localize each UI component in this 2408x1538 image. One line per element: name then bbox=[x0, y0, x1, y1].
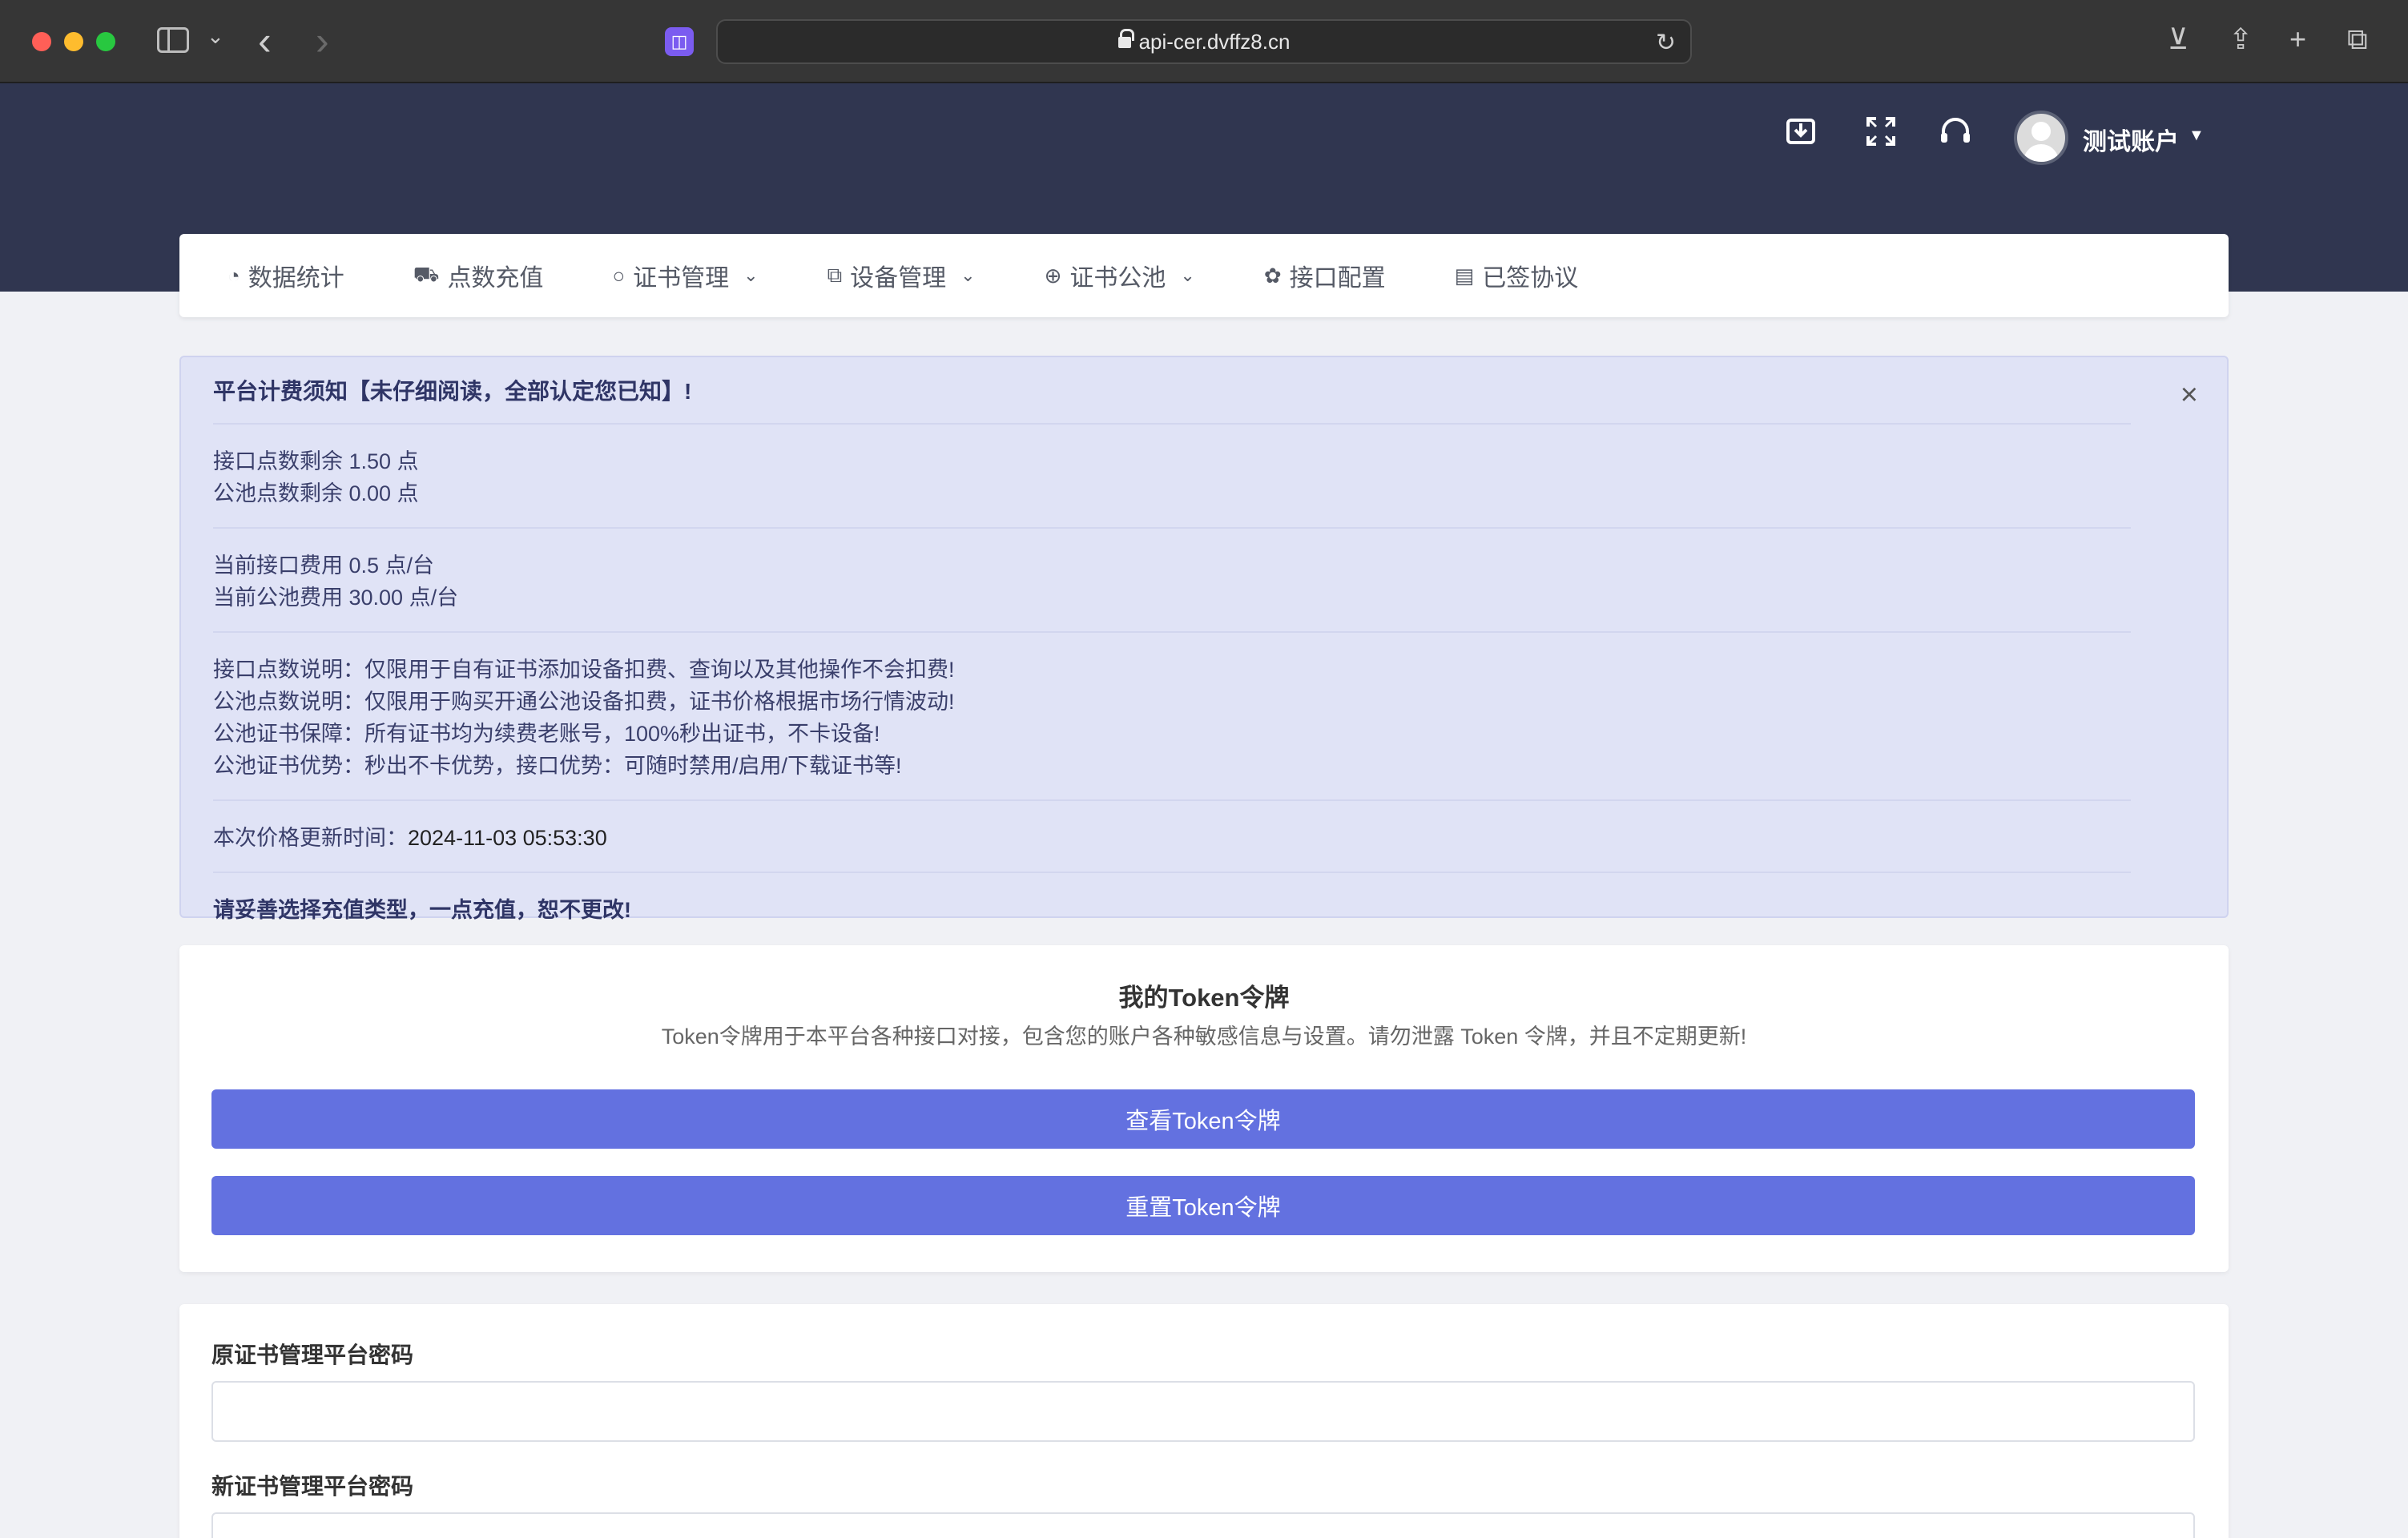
avatar[interactable] bbox=[2014, 111, 2068, 165]
copy-icon: ⧉ bbox=[827, 263, 843, 287]
caret-down-icon[interactable]: ▼ bbox=[2189, 127, 2205, 145]
close-window-button[interactable] bbox=[32, 32, 51, 51]
divider bbox=[213, 799, 2131, 801]
nav-item-stats[interactable]: ◔ 数据统计 bbox=[228, 258, 344, 293]
nav-item-api-config[interactable]: ✿ 接口配置 bbox=[1264, 258, 1386, 293]
new-tab-icon[interactable]: + bbox=[2289, 22, 2306, 56]
billing-notice: 平台计费须知【未仔细阅读，全部认定您已知】! × 接口点数剩余 1.50 点 公… bbox=[179, 356, 2229, 922]
new-password-field[interactable] bbox=[211, 1512, 2195, 1538]
forward-arrow-icon[interactable]: › bbox=[316, 18, 329, 64]
token-card: 我的Token令牌 Token令牌用于本平台各种接口对接，包含您的账户各种敏感信… bbox=[179, 945, 2229, 1272]
back-arrow-icon[interactable]: ‹ bbox=[258, 18, 272, 64]
reset-token-button[interactable]: 重置Token令牌 bbox=[211, 1176, 2195, 1235]
share-icon[interactable]: ⇪ bbox=[2229, 22, 2253, 56]
chevron-down-icon: ⌄ bbox=[743, 265, 759, 285]
token-description: Token令牌用于本平台各种接口对接，包含您的账户各种敏感信息与设置。请勿泄露 … bbox=[661, 1025, 1747, 1049]
sidebar-toggle-icon[interactable] bbox=[157, 27, 189, 53]
divider bbox=[213, 423, 2131, 425]
old-password-label: 原证书管理平台密码 bbox=[211, 1343, 414, 1367]
nav-item-label: 数据统计 bbox=[248, 265, 344, 292]
notice-footer: 请妥善选择充值类型，一点充值，恕不更改! bbox=[213, 898, 631, 922]
close-icon[interactable]: × bbox=[2180, 378, 2198, 413]
divider bbox=[213, 527, 2131, 529]
circle-icon: ○ bbox=[612, 263, 626, 288]
old-password-field[interactable] bbox=[211, 1381, 2195, 1442]
chevron-down-icon[interactable]: ⌄ bbox=[207, 24, 224, 49]
reload-icon[interactable]: ↻ bbox=[1656, 29, 1676, 57]
nav-item-label: 证书管理 bbox=[633, 265, 730, 292]
pie-chart-icon: ◔ bbox=[228, 263, 240, 288]
nav-item-label: 接口配置 bbox=[1289, 265, 1386, 292]
nav-item-cert-pool[interactable]: ⊕ 证书公池 ⌄ bbox=[1045, 258, 1195, 293]
chevron-down-icon: ⌄ bbox=[960, 265, 976, 285]
divider bbox=[213, 872, 2131, 873]
notice-desc-3: 公池证书保障：所有证书均为续费老账号，100%秒出证书，不卡设备! bbox=[213, 722, 880, 746]
user-name[interactable]: 测试账户 bbox=[2083, 122, 2179, 157]
chevron-down-icon: ⌄ bbox=[1180, 265, 1195, 285]
nav-item-label: 已签协议 bbox=[1482, 265, 1579, 292]
nav-item-label: 点数充值 bbox=[447, 265, 544, 292]
inbox-download-icon[interactable] bbox=[1785, 115, 1817, 155]
nav-item-signed-agreements[interactable]: ▤ 已签协议 bbox=[1455, 258, 1579, 293]
price-update-time: 2024-11-03 05:53:30 bbox=[408, 826, 607, 850]
minimize-window-button[interactable] bbox=[64, 32, 83, 51]
puzzle-icon: ✿ bbox=[1263, 263, 1282, 288]
nav-item-device-management[interactable]: ⧉ 设备管理 ⌄ bbox=[827, 258, 976, 293]
nav-item-label: 证书公池 bbox=[1069, 265, 1166, 292]
notice-desc-2: 公池点数说明：仅限用于购买开通公池设备扣费，证书价格根据市场行情波动! bbox=[213, 690, 955, 714]
new-password-label: 新证书管理平台密码 bbox=[211, 1474, 414, 1499]
nav-item-recharge[interactable]: ⛟ 点数充值 bbox=[413, 258, 544, 293]
plus-circle-icon: ⊕ bbox=[1044, 263, 1062, 288]
browser-toolbar: ⌄ ‹ › ◫ api-cer.dvffz8.cn ↻ ⊻ ⇪ + ⧉ bbox=[0, 0, 2408, 83]
token-title: 我的Token令牌 bbox=[1118, 984, 1290, 1012]
pool-fee: 当前公池费用 30.00 点/台 bbox=[213, 586, 459, 610]
api-points-remaining: 接口点数剩余 1.50 点 bbox=[213, 449, 419, 473]
tab-overview-icon[interactable]: ⧉ bbox=[2347, 22, 2368, 57]
cart-icon: ⛟ bbox=[413, 261, 440, 286]
main-nav: ◔ 数据统计 ⛟ 点数充值 ○ 证书管理 ⌄ ⧉ 设备管理 ⌄ ⊕ 证书公池 ⌄… bbox=[179, 234, 2229, 317]
zoom-window-button[interactable] bbox=[96, 32, 115, 51]
nav-item-label: 设备管理 bbox=[850, 265, 947, 292]
extension-icon[interactable]: ◫ bbox=[665, 27, 694, 56]
notice-desc-1: 接口点数说明：仅限用于自有证书添加设备扣费、查询以及其他操作不会扣费! bbox=[213, 658, 955, 682]
headset-support-icon[interactable] bbox=[1939, 115, 1972, 155]
view-token-button[interactable]: 查看Token令牌 bbox=[211, 1089, 2195, 1149]
url-text: api-cer.dvffz8.cn bbox=[1138, 29, 1291, 54]
notice-title: 平台计费须知【未仔细阅读，全部认定您已知】! bbox=[213, 379, 692, 404]
notice-desc-4: 公池证书优势：秒出不卡优势，接口优势：可随时禁用/启用/下载证书等! bbox=[213, 754, 902, 778]
download-icon[interactable]: ⊻ bbox=[2168, 22, 2189, 56]
divider bbox=[213, 631, 2131, 633]
pool-points-remaining: 公池点数剩余 0.00 点 bbox=[213, 481, 419, 505]
price-update-row: 本次价格更新时间：2024-11-03 05:53:30 bbox=[213, 822, 2195, 854]
address-bar[interactable]: api-cer.dvffz8.cn ↻ bbox=[716, 19, 1692, 64]
api-fee: 当前接口费用 0.5 点/台 bbox=[213, 554, 435, 578]
password-form: 原证书管理平台密码 新证书管理平台密码 bbox=[179, 1304, 2229, 1538]
lock-icon bbox=[1117, 29, 1134, 51]
fullscreen-icon[interactable] bbox=[1865, 115, 1897, 155]
nav-item-cert-management[interactable]: ○ 证书管理 ⌄ bbox=[612, 258, 758, 293]
document-icon: ▤ bbox=[1454, 263, 1475, 288]
price-update-label: 本次价格更新时间： bbox=[213, 826, 408, 850]
